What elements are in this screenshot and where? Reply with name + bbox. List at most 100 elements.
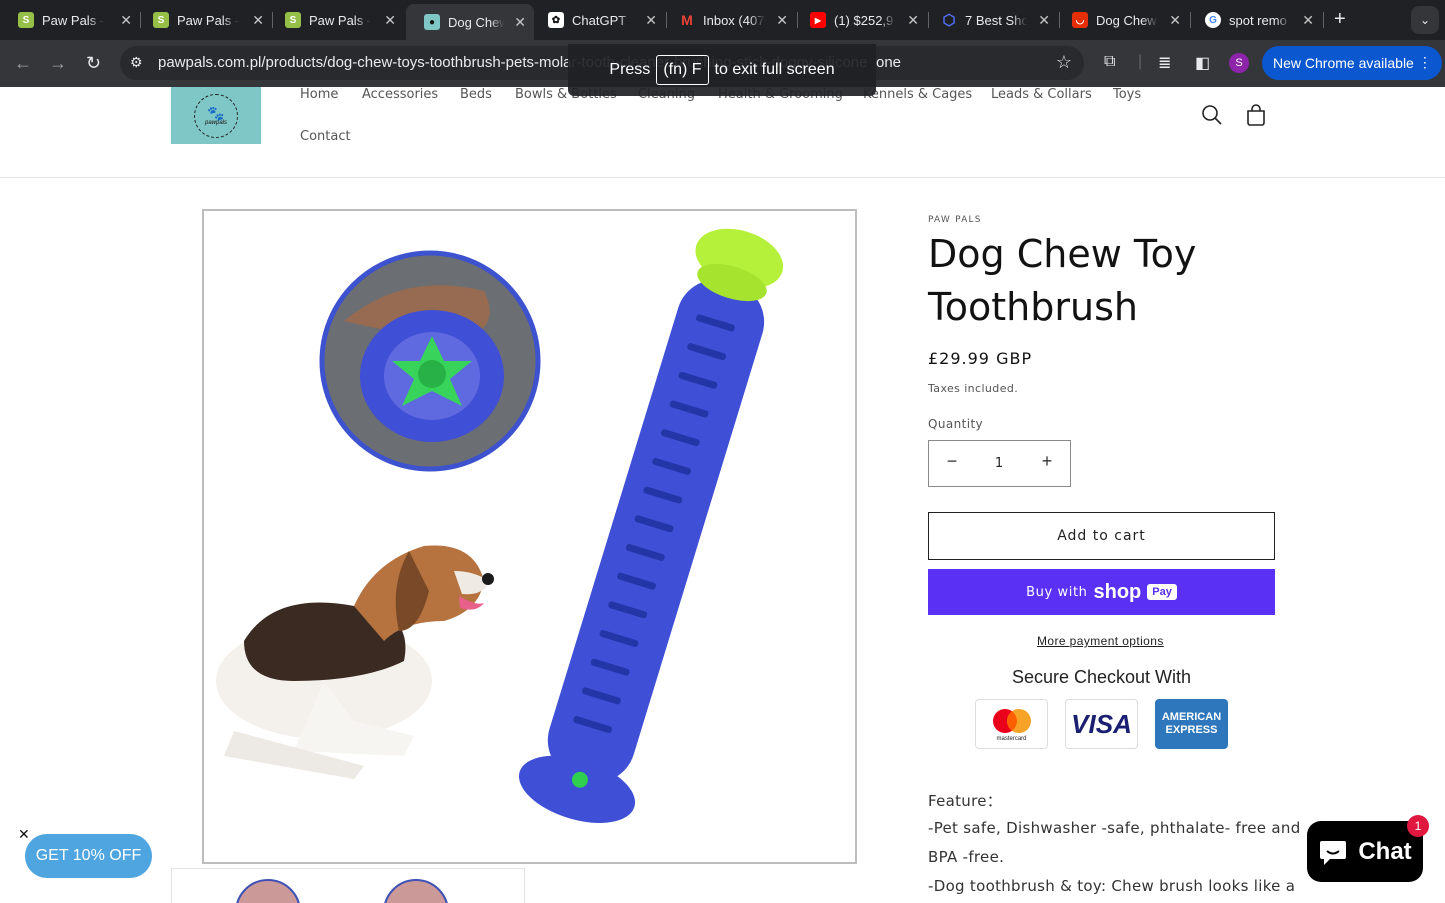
add-to-cart-button[interactable]: Add to cart: [928, 512, 1275, 560]
google-icon: G: [1205, 12, 1221, 28]
browser-tab[interactable]: S Paw Pals - ✕: [0, 4, 140, 36]
browser-tab[interactable]: ▶ (1) $252,9 ✕: [792, 4, 927, 36]
nav-beds[interactable]: Beds: [460, 87, 492, 102]
chat-label: Chat: [1358, 837, 1412, 865]
amex-text-2: EXPRESS: [1165, 724, 1218, 736]
forward-arrow-icon[interactable]: →: [49, 53, 67, 74]
tab-title: Paw Pals -: [42, 12, 104, 28]
tab-title: Dog Chew: [448, 14, 505, 30]
tab-title: spot remo: [1229, 12, 1287, 28]
search-icon[interactable]: [1201, 104, 1223, 126]
toolbar-divider: |: [1138, 53, 1143, 70]
quantity-stepper: − 1 +: [928, 440, 1071, 487]
close-tab-icon[interactable]: ✕: [766, 12, 788, 29]
browser-tab-strip: S Paw Pals - ✕ S Paw Pals - ✕ S Paw Pals…: [0, 0, 1445, 40]
amex-logo: AMERICAN EXPRESS: [1155, 699, 1228, 749]
cart-icon[interactable]: [1245, 104, 1267, 126]
quantity-input[interactable]: 1: [979, 456, 1019, 471]
hexagon-icon: ⬡: [942, 12, 956, 29]
shopify-icon: S: [18, 12, 34, 28]
close-tab-icon[interactable]: ✕: [374, 12, 396, 29]
shopify-icon: S: [153, 12, 169, 28]
browser-tab[interactable]: S Paw Pals - ✕: [267, 4, 404, 36]
bookmark-star-icon[interactable]: ☆: [1056, 52, 1072, 73]
fullscreen-toast: Press (fn) F to exit full screen: [568, 44, 876, 96]
close-tab-icon[interactable]: ✕: [504, 14, 526, 31]
dog-toothbrush-toy-image: [518, 228, 784, 823]
gmail-icon: M: [681, 12, 693, 28]
kebab-menu-icon[interactable]: ⋮: [1418, 54, 1432, 71]
more-payment-options-link[interactable]: More payment options: [1037, 634, 1164, 648]
tab-search-button[interactable]: ⌄: [1411, 6, 1439, 34]
buy-with-label: Buy with: [1026, 584, 1088, 600]
close-tab-icon[interactable]: ✕: [1292, 12, 1314, 29]
site-header: 🐾 pawpals Home Accessories Beds Bowls & …: [0, 87, 1445, 178]
close-tab-icon[interactable]: ✕: [635, 12, 657, 29]
description-line: BPA -free.: [928, 848, 1005, 866]
side-panel-icon[interactable]: ◧: [1195, 53, 1210, 73]
amex-text-1: AMERICAN: [1161, 711, 1222, 723]
discount-close-icon[interactable]: ✕: [18, 826, 30, 843]
browser-tab-active[interactable]: ● Dog Chew ✕: [406, 4, 534, 40]
tab-title: 7 Best Sho: [965, 12, 1027, 28]
chat-bubble-icon: [1320, 840, 1347, 865]
quantity-increase-button[interactable]: +: [1032, 451, 1062, 472]
product-thumbnail[interactable]: [383, 879, 449, 903]
new-tab-button[interactable]: +: [1334, 8, 1346, 31]
back-arrow-icon[interactable]: ←: [14, 53, 32, 74]
browser-tab[interactable]: ✿ ChatGPT ✕: [530, 4, 665, 36]
youtube-icon: ▶: [810, 12, 826, 28]
product-thumbnail[interactable]: [235, 879, 301, 903]
discount-popup-button[interactable]: GET 10% OFF: [25, 834, 152, 878]
tab-title: ChatGPT: [572, 12, 627, 28]
chat-unread-badge: 1: [1407, 815, 1429, 837]
tab-title: Paw Pals -: [177, 12, 239, 28]
beagle-dog-image: [216, 545, 494, 779]
browser-tab[interactable]: ⬡ 7 Best Sho ✕: [923, 4, 1058, 36]
quantity-decrease-button[interactable]: −: [937, 451, 967, 472]
shopify-icon: S: [285, 12, 301, 28]
store-logo[interactable]: 🐾 pawpals: [171, 87, 261, 144]
description-line: -Pet safe, Dishwasher -safe, phthalate- …: [928, 819, 1301, 837]
mastercard-text: mastercard: [996, 736, 1027, 742]
tab-divider: [1323, 12, 1324, 28]
nav-leads-collars[interactable]: Leads & Collars: [991, 87, 1092, 102]
update-chrome-button[interactable]: New Chrome available ⋮: [1262, 46, 1442, 80]
site-settings-icon[interactable]: ⚙: [130, 54, 143, 71]
close-tab-icon[interactable]: ✕: [110, 12, 132, 29]
openai-icon: ✿: [548, 12, 564, 28]
browser-tab[interactable]: G spot remo ✕: [1187, 4, 1322, 36]
buy-with-shop-pay-button[interactable]: Buy with shop Pay: [928, 569, 1275, 615]
product-image[interactable]: [202, 209, 857, 864]
chat-button[interactable]: Chat: [1307, 821, 1423, 882]
close-tab-icon[interactable]: ✕: [242, 12, 264, 29]
browser-tab[interactable]: M Inbox (407 ✕: [661, 4, 796, 36]
tab-title: (1) $252,9: [834, 12, 894, 28]
reload-icon[interactable]: ↻: [86, 53, 101, 74]
fullscreen-key: (fn) F: [656, 55, 709, 85]
close-tab-icon[interactable]: ✕: [897, 12, 919, 29]
tab-title: Inbox (407: [703, 12, 765, 28]
nav-kennels-cages[interactable]: Kennels & Cages: [863, 87, 972, 102]
browser-tab[interactable]: S Paw Pals - ✕: [135, 4, 272, 36]
extensions-icon[interactable]: ⧉: [1104, 53, 1115, 71]
browser-tab[interactable]: ◡ Dog Chew ✕: [1054, 4, 1189, 36]
nav-toys[interactable]: Toys: [1113, 87, 1141, 102]
close-tab-icon[interactable]: ✕: [1159, 12, 1181, 29]
nav-home[interactable]: Home: [300, 87, 338, 102]
fullscreen-exit-text: to exit full screen: [714, 61, 835, 78]
shop-logo: shop: [1093, 580, 1142, 603]
pay-badge: Pay: [1147, 584, 1177, 600]
media-control-icon[interactable]: ≣: [1158, 53, 1171, 73]
profile-avatar[interactable]: S: [1229, 53, 1249, 73]
visa-logo: VISA: [1065, 699, 1138, 749]
tab-title: Paw Pals -: [309, 12, 371, 28]
aliexpress-icon: ◡: [1072, 12, 1088, 28]
logo-text: pawpals: [204, 119, 227, 126]
nav-contact[interactable]: Contact: [300, 129, 351, 144]
description-line: -Dog toothbrush & toy: Chew brush looks …: [928, 877, 1296, 895]
nav-accessories[interactable]: Accessories: [362, 87, 438, 102]
close-tab-icon[interactable]: ✕: [1028, 12, 1050, 29]
tax-note: Taxes included.: [928, 382, 1019, 395]
product-vendor: PAW PALS: [928, 215, 982, 225]
